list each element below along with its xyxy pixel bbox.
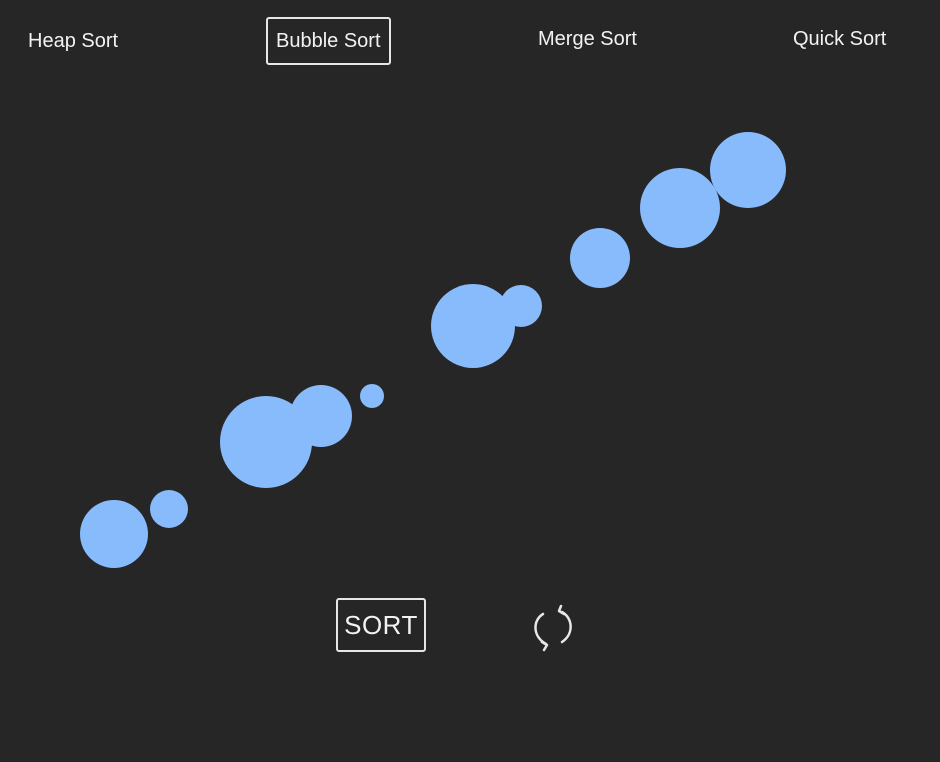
- sort-bubble: [640, 168, 720, 248]
- tab-quick-sort[interactable]: Quick Sort: [793, 29, 886, 49]
- tab-heap-sort[interactable]: Heap Sort: [28, 31, 118, 51]
- sort-bubble: [500, 285, 542, 327]
- sort-bubble: [710, 132, 786, 208]
- sort-button[interactable]: SORT: [336, 598, 426, 652]
- sort-bubble: [80, 500, 148, 568]
- tab-merge-sort[interactable]: Merge Sort: [538, 29, 637, 49]
- tab-bubble-sort[interactable]: Bubble Sort: [266, 17, 391, 65]
- sort-bubble: [290, 385, 352, 447]
- refresh-icon[interactable]: [529, 603, 577, 653]
- sort-bubble: [150, 490, 188, 528]
- sort-bubble: [570, 228, 630, 288]
- bubble-visualization: [0, 0, 940, 762]
- sort-bubble: [360, 384, 384, 408]
- refresh-icon-glyph: [534, 604, 572, 652]
- sorting-visualizer-app: Heap Sort Bubble Sort Merge Sort Quick S…: [0, 0, 940, 762]
